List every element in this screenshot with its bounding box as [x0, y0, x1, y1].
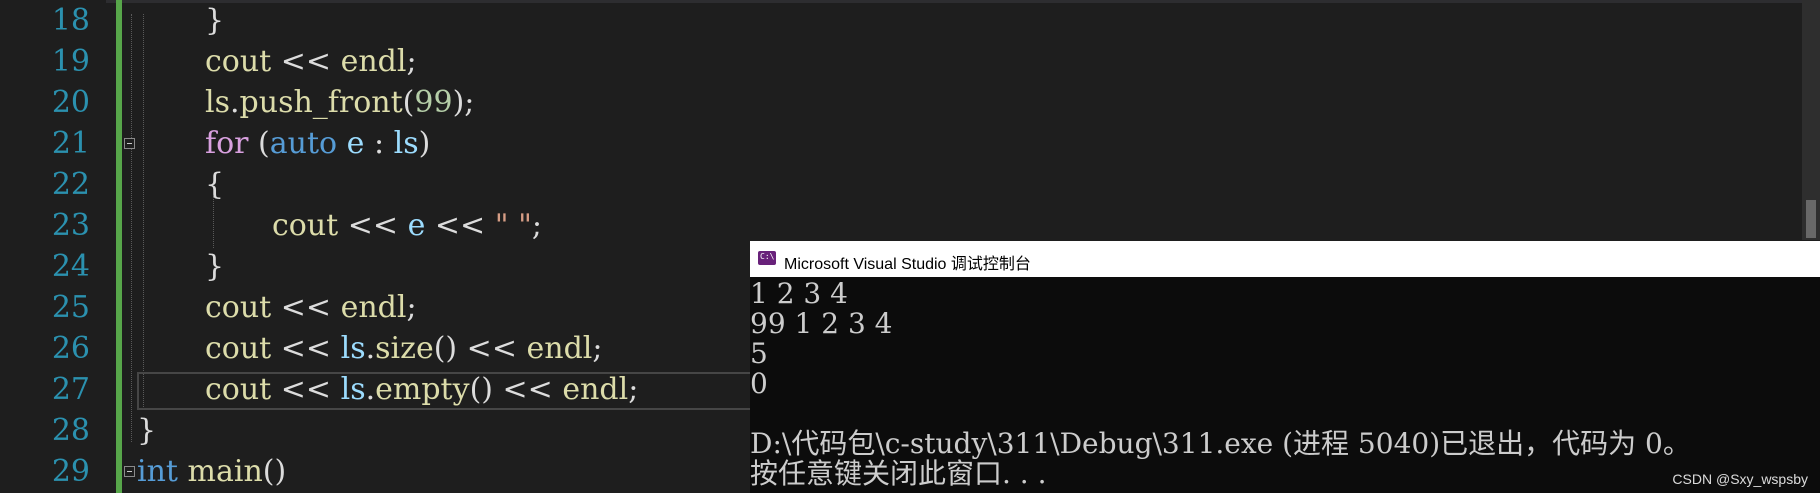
code-token: . [230, 85, 240, 120]
code-token: empty [375, 372, 470, 407]
code-token: << [457, 331, 527, 366]
fold-collapse-icon[interactable] [124, 466, 135, 477]
code-token: endl [526, 331, 593, 366]
fold-collapse-icon[interactable] [124, 138, 135, 149]
code-token: << [338, 208, 408, 243]
console-line: 按任意键关闭此窗口. . . [750, 457, 1047, 490]
code-line-26[interactable]: cout << ls.size() << endl; [205, 328, 602, 369]
console-line: 5 [750, 337, 768, 370]
code-token: << [271, 331, 341, 366]
code-token: 99 [414, 85, 453, 120]
code-token: ; [531, 208, 542, 243]
code-line-21[interactable]: for (auto e : ls) [205, 123, 430, 164]
vs-console-icon [758, 251, 776, 265]
code-token: endl [340, 290, 407, 325]
line-number: 27 [51, 372, 90, 407]
code-line-25[interactable]: cout << endl; [205, 287, 417, 328]
code-token: size [375, 331, 434, 366]
code-line-22[interactable]: { [205, 164, 224, 205]
code-token: ( [248, 126, 270, 161]
code-token: ); [452, 85, 475, 120]
console-title: Microsoft Visual Studio 调试控制台 [784, 256, 1031, 273]
line-number: 21 [51, 126, 90, 161]
code-token: ; [406, 290, 417, 325]
line-number: 24 [51, 249, 90, 284]
code-line-27[interactable]: cout << ls.empty() << endl; [205, 369, 638, 410]
code-token: e [407, 208, 426, 243]
console-line: 0 [750, 367, 768, 400]
code-token: e [346, 126, 365, 161]
code-token: () [262, 454, 287, 489]
code-token: ) [418, 126, 431, 161]
code-token: ls [205, 85, 230, 120]
code-token: endl [562, 372, 629, 407]
console-line: 1 2 3 4 [750, 277, 848, 310]
code-line-20[interactable]: ls.push_front(99); [205, 82, 474, 123]
code-token: () [433, 331, 458, 366]
code-token: . [365, 331, 376, 366]
line-number: 25 [51, 290, 90, 325]
code-token: << [493, 372, 563, 407]
code-token: cout [272, 208, 339, 243]
code-line-18[interactable]: } [205, 0, 224, 41]
indent-guide [143, 14, 144, 409]
code-line-23[interactable]: cout << e << " "; [272, 205, 542, 246]
debug-console-window[interactable]: Microsoft Visual Studio 调试控制台 1 2 3 4 99… [750, 241, 1820, 493]
console-title-bar[interactable]: Microsoft Visual Studio 调试控制台 [750, 241, 1820, 277]
code-line-28[interactable]: } [137, 410, 156, 451]
code-token: for [205, 126, 249, 161]
code-token: << [271, 372, 341, 407]
scrollbar-thumb[interactable] [1806, 200, 1816, 238]
line-number-gutter: 18 19 20 21 22 23 24 25 26 27 28 29 [0, 0, 106, 493]
line-number: 26 [51, 331, 90, 366]
code-token: main [187, 454, 263, 489]
watermark: CSDN @Sxy_wspsby [1672, 471, 1808, 487]
code-token: ls [340, 372, 366, 407]
code-token: cout [205, 44, 272, 79]
line-number: 28 [51, 413, 90, 448]
line-number: 22 [51, 167, 90, 202]
code-token: ( [402, 85, 415, 120]
editor-top-border [0, 0, 1820, 3]
code-line-19[interactable]: cout << endl; [205, 41, 417, 82]
change-tracking-bar [116, 0, 122, 493]
code-token: cout [205, 331, 272, 366]
code-token: endl [340, 44, 407, 79]
code-token: ; [406, 44, 417, 79]
code-token: " " [494, 208, 532, 243]
indent-guide [131, 14, 132, 442]
line-number: 29 [51, 454, 90, 489]
line-number: 20 [51, 85, 90, 120]
code-token: ; [592, 331, 603, 366]
code-line-24[interactable]: } [205, 246, 224, 287]
code-token: ; [628, 372, 639, 407]
code-token: } [205, 249, 225, 284]
code-token: int [137, 454, 178, 489]
code-token: auto [269, 126, 338, 161]
code-token: ls [393, 126, 419, 161]
code-token: () [469, 372, 493, 407]
code-token: << [271, 290, 341, 325]
line-number: 18 [51, 3, 90, 38]
console-line: 99 1 2 3 4 [750, 307, 893, 340]
console-line: D:\代码包\c-study\311\Debug\311.exe (进程 504… [750, 427, 1691, 460]
code-token: << [271, 44, 341, 79]
line-number: 19 [51, 44, 90, 79]
code-token: ls [340, 331, 366, 366]
code-token: << [425, 208, 495, 243]
code-token: . [365, 372, 376, 407]
code-token: : [364, 126, 394, 161]
code-token: cout [205, 290, 272, 325]
line-number: 23 [51, 208, 90, 243]
code-token: } [205, 3, 225, 38]
code-token: cout [205, 372, 272, 407]
code-token: } [137, 413, 157, 448]
code-token: { [205, 167, 225, 202]
code-line-29[interactable]: int main() [137, 451, 286, 492]
code-token: push_front [239, 85, 403, 120]
